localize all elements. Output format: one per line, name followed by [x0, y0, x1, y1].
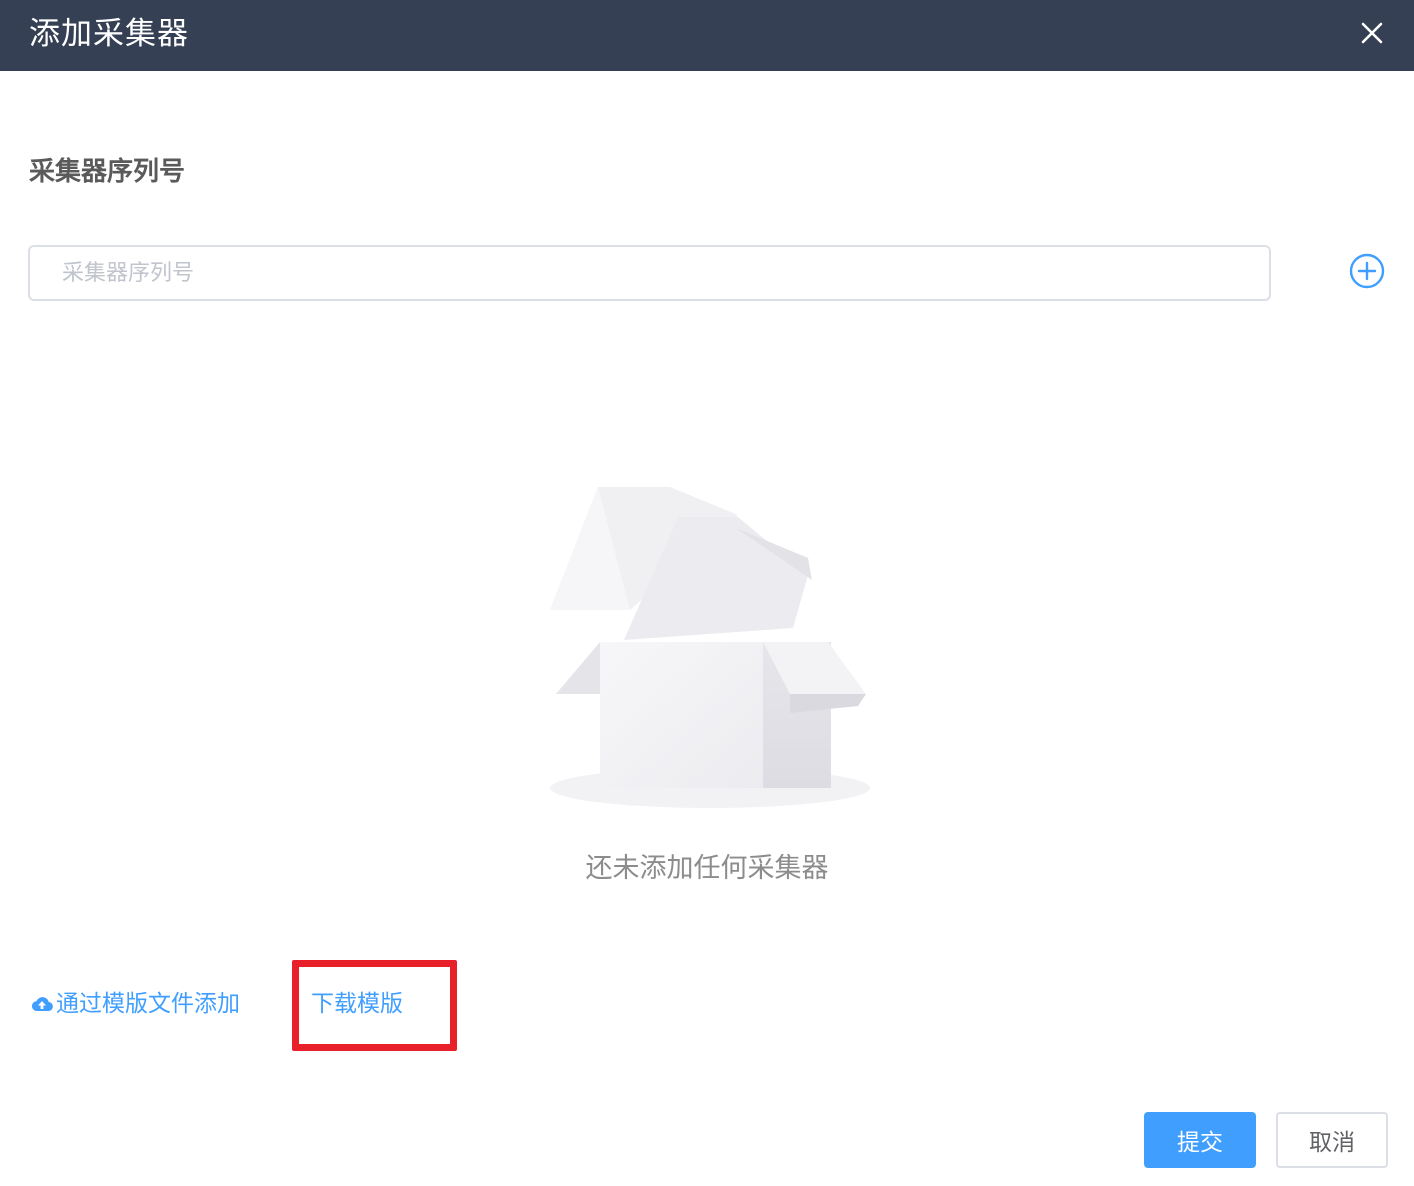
dialog-header: 添加采集器	[0, 0, 1414, 71]
upload-template-link[interactable]: 通过模版文件添加	[30, 987, 240, 1021]
cancel-button[interactable]: 取消	[1276, 1112, 1388, 1168]
empty-state-text: 还未添加任何采集器	[585, 853, 829, 884]
add-collector-dialog: 添加采集器 采集器序列号 采集器序列号 还未添加任何采集器 通过模版文件添加 下…	[0, 0, 1414, 1186]
empty-box-icon	[540, 480, 880, 815]
upload-template-label: 通过模版文件添加	[56, 991, 240, 1017]
serial-number-label: 采集器序列号	[29, 157, 186, 187]
download-template-link[interactable]: 下载模版	[311, 987, 403, 1021]
cloud-upload-icon	[30, 992, 54, 1016]
dialog-title: 添加采集器	[29, 16, 189, 52]
submit-button[interactable]: 提交	[1144, 1112, 1256, 1168]
close-icon[interactable]	[1355, 16, 1389, 50]
serial-number-input[interactable]	[28, 245, 1271, 301]
plus-circle-icon[interactable]	[1349, 253, 1385, 289]
